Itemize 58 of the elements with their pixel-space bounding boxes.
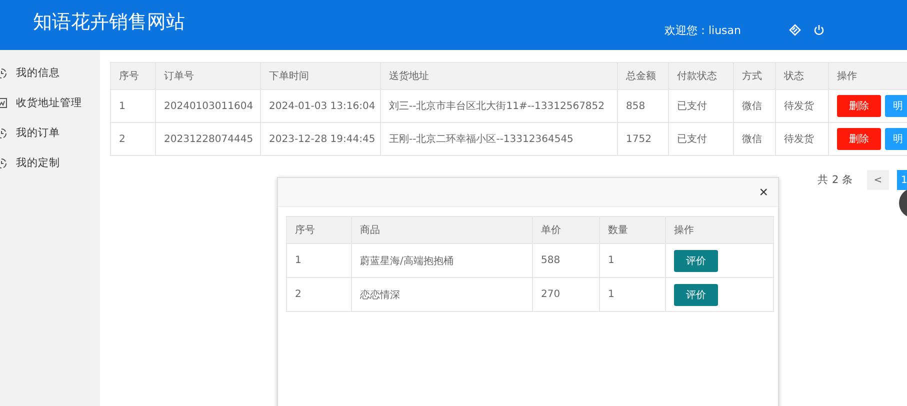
column-header: 送货地址 [380, 62, 618, 90]
review-button[interactable]: 评价 [674, 250, 718, 272]
table-cell: 2 [110, 122, 156, 156]
sidebar-item[interactable]: 我的信息 [0, 58, 100, 88]
sidebar-item[interactable]: 收货地址管理 [0, 88, 100, 118]
table-cell: 20231228074445 [156, 122, 260, 156]
column-header: 操作 [828, 62, 907, 90]
delete-button[interactable]: 删除 [837, 128, 881, 150]
prev-page-button[interactable]: < [867, 170, 889, 190]
column-header: 序号 [286, 216, 352, 244]
table-cell: 2024-01-03 13:16:04 [260, 90, 380, 122]
table-cell: 2 [286, 278, 352, 312]
table-cell: 858 [618, 90, 668, 122]
column-header: 状态 [776, 62, 828, 90]
sidebar-item[interactable]: 我的定制 [0, 148, 100, 178]
table-cell: 1 [600, 244, 666, 278]
review-button[interactable]: 评价 [674, 284, 718, 306]
table-cell: 恋恋情深 [352, 278, 532, 312]
delete-button[interactable]: 删除 [837, 95, 881, 117]
column-header: 方式 [734, 62, 776, 90]
table-cell: 待发货 [776, 122, 828, 156]
column-header: 付款状态 [668, 62, 734, 90]
table-cell: 1 [110, 90, 156, 122]
column-header: 订单号 [156, 62, 260, 90]
table-cell: 1752 [618, 122, 668, 156]
details-button[interactable]: 明 [885, 95, 907, 117]
table-cell: 20240103011604 [156, 90, 260, 122]
table-cell: 待发货 [776, 90, 828, 122]
theme-button[interactable] [789, 24, 801, 36]
diamond-icon [789, 24, 801, 36]
page-button[interactable]: 1 [897, 170, 907, 190]
total-count: 共 2 条 [818, 173, 853, 187]
table-cell: 1 [600, 278, 666, 312]
table-cell: 刘三--北京市丰台区北大街11#--13312567852 [380, 90, 618, 122]
table-cell: 蔚蓝星海/高端抱抱桶 [352, 244, 532, 278]
details-button[interactable]: 明 [885, 128, 907, 150]
column-header: 下单时间 [260, 62, 380, 90]
table-cell: 微信 [734, 90, 776, 122]
power-icon [813, 24, 825, 36]
column-header: 序号 [110, 62, 156, 90]
table-cell: 微信 [734, 122, 776, 156]
table-cell: 已支付 [668, 90, 734, 122]
column-header: 操作 [666, 216, 774, 244]
table-cell: 588 [532, 244, 600, 278]
table-cell: 已支付 [668, 122, 734, 156]
table-cell: 王刚--北京二环幸福小区--13312364545 [380, 122, 618, 156]
site-title: 知语花卉销售网站 [33, 10, 185, 35]
table-cell: 1 [286, 244, 352, 278]
welcome-text: 欢迎您：liusan [664, 22, 741, 38]
column-header: 数量 [600, 216, 666, 244]
table-cell: 2023-12-28 19:44:45 [260, 122, 380, 156]
sidebar-item[interactable]: 我的订单 [0, 118, 100, 148]
column-header: 总金额 [618, 62, 668, 90]
logout-button[interactable] [813, 24, 825, 36]
column-header: 商品 [352, 216, 532, 244]
close-button[interactable]: × [753, 182, 774, 202]
column-header: 单价 [532, 216, 600, 244]
table-cell: 270 [532, 278, 600, 312]
